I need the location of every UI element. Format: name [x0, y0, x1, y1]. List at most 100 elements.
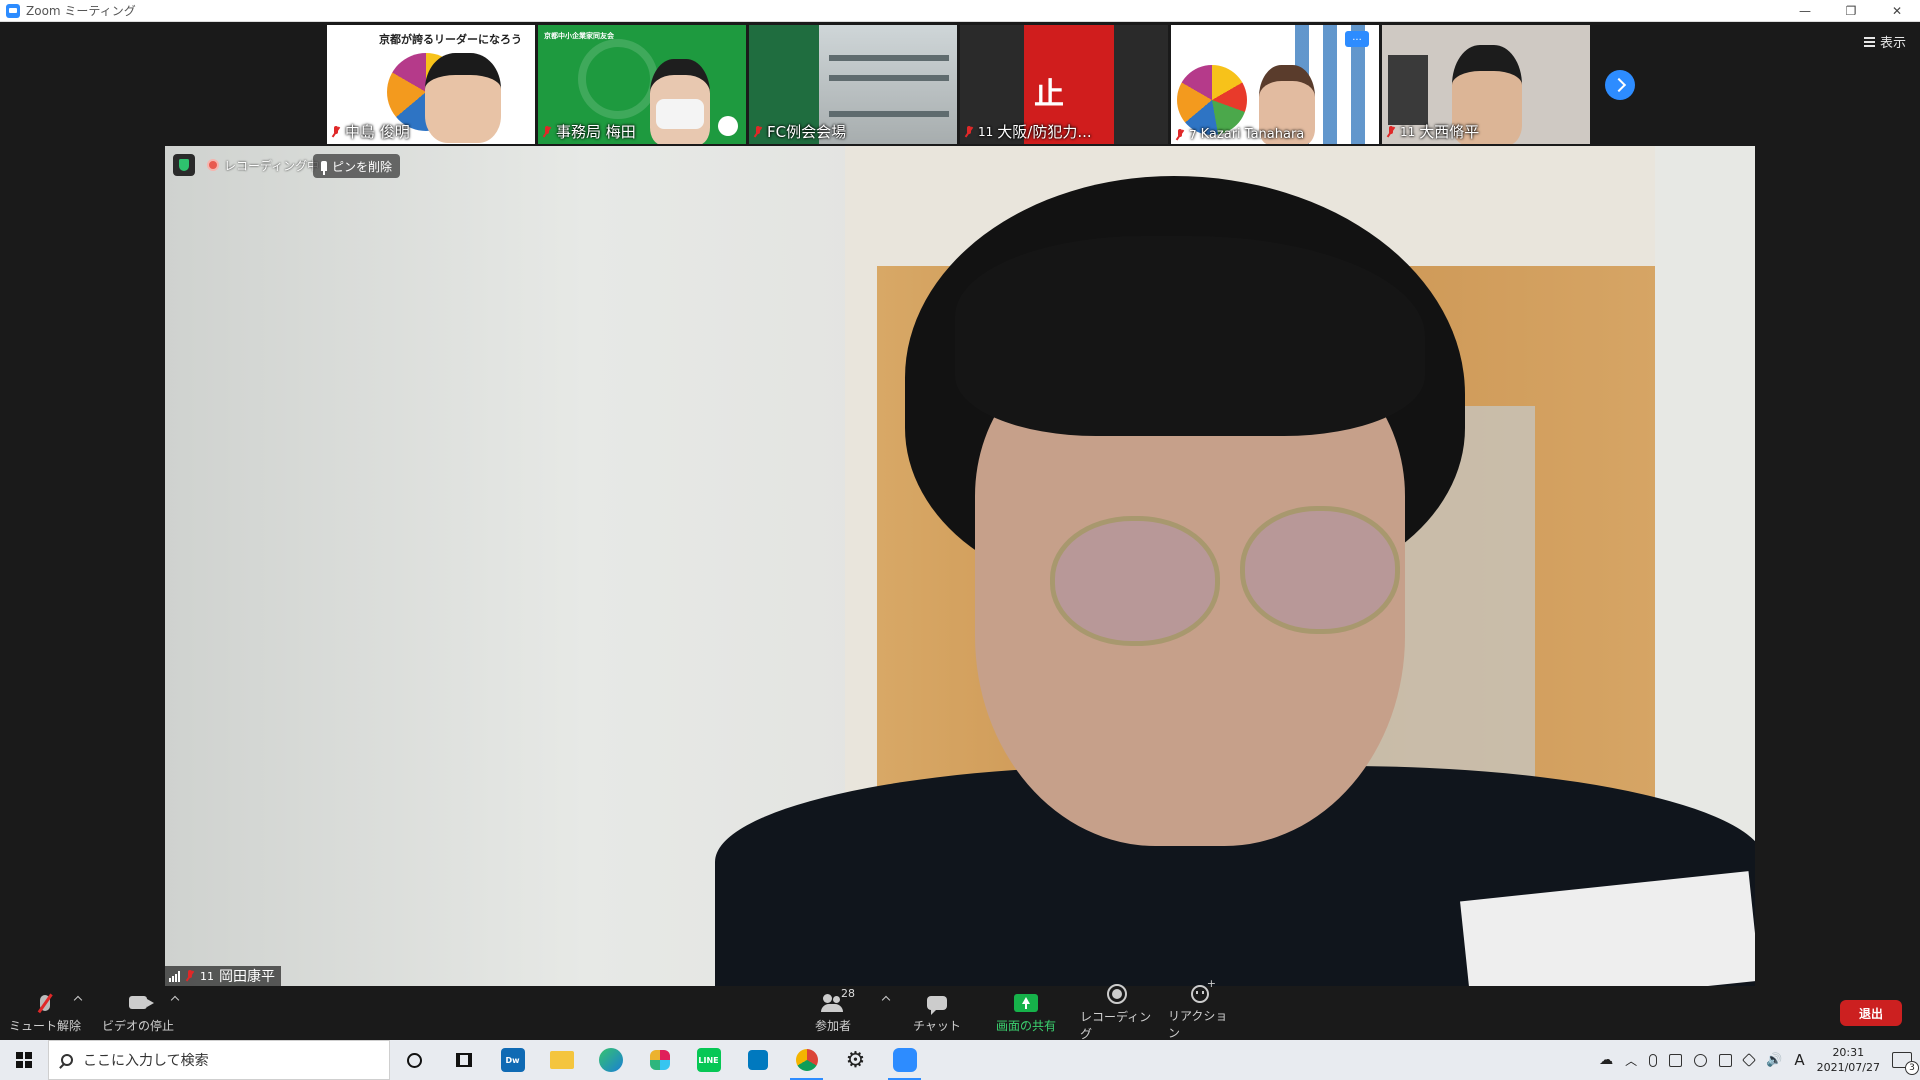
ime-indicator[interactable]: A [1794, 1051, 1804, 1069]
participant-name: 事務局 梅田 [556, 123, 636, 141]
mic-muted-icon [1386, 125, 1396, 138]
participant-name: 中島 俊明 [345, 123, 410, 141]
volume-icon[interactable]: 🔊 [1766, 1053, 1782, 1068]
cortana-button[interactable] [390, 1040, 439, 1080]
participant-name: 岡田康平 [219, 969, 275, 985]
participant-tile[interactable]: FC例会会場 [749, 25, 957, 144]
notification-center-icon[interactable]: 3 [1892, 1052, 1919, 1075]
participant-name-label: 11 大西脩平 [1386, 121, 1479, 142]
task-view-button[interactable] [439, 1040, 488, 1080]
close-button[interactable]: ✕ [1874, 0, 1920, 22]
taskbar-app-chrome[interactable] [782, 1040, 831, 1080]
settings-gear-icon: ⚙ [845, 1047, 866, 1073]
slide-text: 京都が誇るリーダーになろう [379, 33, 522, 46]
view-button[interactable]: 表示 [1863, 32, 1906, 51]
camera-tray-icon[interactable] [1669, 1053, 1683, 1067]
participant-count: 7 [1189, 127, 1197, 142]
speaker-bangs [955, 236, 1425, 436]
next-page-arrow-icon[interactable] [1605, 70, 1635, 100]
participant-name: 大阪/防犯力... [997, 123, 1092, 141]
window-title: Zoom ミーティング [26, 4, 136, 18]
speaker-glasses [1240, 506, 1400, 634]
participant-tile[interactable]: 11 大西脩平 [1382, 25, 1590, 144]
view-button-label: 表示 [1879, 36, 1906, 51]
windows-taskbar: ここに入力して検索 Dw LINE ⚙ ☁ ︿ 🔊 A 20:31 2021/0… [0, 1040, 1920, 1080]
task-view-icon [455, 1053, 472, 1067]
taskbar-app-line[interactable]: LINE [684, 1040, 733, 1080]
clock-time: 20:31 [1832, 1046, 1865, 1059]
reactions-button[interactable]: リアクション [1168, 977, 1232, 1040]
ceiling-light [829, 55, 949, 61]
participant-count: 11 [1400, 124, 1416, 139]
taskbar-app-settings[interactable]: ⚙ [831, 1040, 880, 1080]
participants-button[interactable]: 28 参加者 [806, 986, 860, 1040]
record-icon [1107, 984, 1127, 1004]
show-hidden-icons-chevron-icon[interactable]: ︿ [1625, 1052, 1637, 1069]
participant-tile[interactable]: 京都が誇るリーダーになろう 中島 俊明 [327, 25, 535, 144]
sdg-wheel-graphic [1177, 65, 1247, 135]
cortana-icon [407, 1052, 422, 1068]
start-button[interactable] [0, 1040, 48, 1080]
dropbox-tray-icon[interactable] [1742, 1052, 1757, 1068]
mic-muted-icon [753, 125, 763, 138]
trello-icon [747, 1050, 768, 1070]
weather-icon[interactable]: ☁ [1599, 1052, 1613, 1068]
unmute-button[interactable]: ミュート解除 [8, 986, 82, 1040]
desk-row [829, 111, 949, 117]
onedrive-tray-icon[interactable] [1694, 1053, 1708, 1067]
taskbar-app-explorer[interactable] [537, 1040, 586, 1080]
taskbar-app-trello[interactable] [733, 1040, 782, 1080]
stop-video-label: ビデオの停止 [101, 1018, 174, 1033]
reactions-label: リアクション [1168, 1009, 1228, 1040]
windows-logo-icon [16, 1052, 32, 1068]
taskbar-app-zoom[interactable] [880, 1040, 929, 1080]
chat-button[interactable]: チャット [912, 986, 962, 1040]
participant-name-label: 中島 俊明 [331, 121, 410, 142]
taskbar-clock[interactable]: 20:31 2021/07/27 [1817, 1045, 1880, 1075]
taskbar-app-edge[interactable] [586, 1040, 635, 1080]
slack-icon [649, 1050, 670, 1070]
clock-date: 2021/07/27 [1816, 1061, 1880, 1074]
participant-count: 11 [978, 124, 994, 139]
network-tray-icon[interactable] [1719, 1053, 1733, 1067]
participant-count: 11 [200, 969, 214, 983]
record-label: レコーディング [1080, 1010, 1152, 1041]
mic-muted-icon [331, 125, 341, 138]
speaker-glasses [1050, 516, 1220, 646]
participants-count: 28 [841, 986, 855, 1000]
mic-muted-icon [185, 970, 195, 982]
taskbar-app-dreamweaver[interactable]: Dw [488, 1040, 537, 1080]
stop-video-button[interactable]: ビデオの停止 [100, 986, 176, 1040]
microphone-muted-icon [40, 994, 50, 1011]
microphone-tray-icon[interactable] [1649, 1053, 1658, 1067]
taskbar-app-slack[interactable] [635, 1040, 684, 1080]
restore-button[interactable]: ❐ [1828, 0, 1874, 22]
participants-options-chevron-icon[interactable] [882, 994, 890, 1002]
security-shield-icon[interactable] [173, 154, 195, 176]
share-screen-button[interactable]: 画面の共有 [988, 986, 1064, 1040]
participant-tile[interactable]: 京都中小企業家同友会 事務局 梅田 [538, 25, 746, 144]
participant-tile[interactable]: ... 7 Kazari Tanahara [1171, 25, 1379, 144]
video-options-chevron-icon[interactable] [171, 994, 179, 1002]
chat-bubble-icon [927, 995, 947, 1015]
minimize-button[interactable]: — [1782, 0, 1828, 22]
view-grid-icon [1863, 36, 1875, 47]
recording-indicator[interactable]: レコーディング中 [203, 154, 323, 176]
taskbar-search-box[interactable]: ここに入力して検索 [48, 1040, 390, 1080]
reaction-smiley-icon [1191, 977, 1216, 1003]
record-button[interactable]: レコーディング [1080, 984, 1154, 1041]
window-titlebar: Zoom ミーティング — ❐ ✕ [0, 0, 1920, 22]
more-options-button[interactable]: ... [1345, 31, 1369, 47]
participant-thumbnail-strip: 京都が誇るリーダーになろう 中島 俊明 京都中小企業家同友会 事務局 梅田 FC… [327, 25, 1590, 144]
slide-text: 京都中小企業家同友会 [544, 32, 614, 40]
search-placeholder: ここに入力して検索 [83, 1053, 209, 1069]
unpin-button[interactable]: ピンを削除 [313, 154, 401, 178]
participant-tile[interactable]: 11 大阪/防犯力... [960, 25, 1168, 144]
audio-options-chevron-icon[interactable] [74, 994, 82, 1002]
share-screen-label: 画面の共有 [995, 1018, 1056, 1033]
chrome-icon [795, 1049, 818, 1071]
mic-muted-icon [1175, 128, 1185, 141]
active-speaker-video[interactable]: レコーディング中 ピンを削除 11 岡田康平 [165, 146, 1755, 986]
participant-name-label: FC例会会場 [753, 121, 846, 142]
leave-meeting-button[interactable]: 退出 [1840, 1000, 1902, 1026]
